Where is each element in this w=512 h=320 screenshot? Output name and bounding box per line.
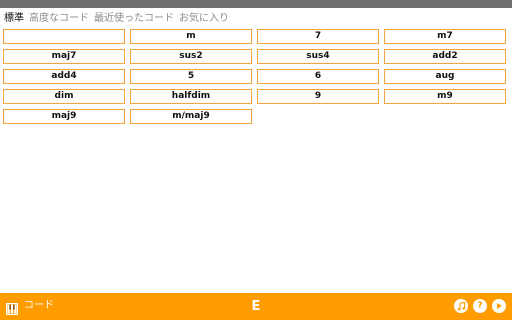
chord-button-m7[interactable]: m7 [384, 29, 506, 44]
tab-recent-chords[interactable]: 最近使ったコード [94, 12, 174, 26]
chord-button-sus4[interactable]: sus4 [257, 49, 379, 64]
tab-standard[interactable]: 標準 [4, 12, 24, 26]
chord-button-sus2[interactable]: sus2 [130, 49, 252, 64]
music-note-button[interactable] [454, 299, 468, 313]
chord-button-dim[interactable]: dim [3, 89, 125, 104]
chord-button-maj9[interactable]: maj9 [3, 109, 125, 124]
chord-mode-button[interactable]: コード [6, 298, 54, 315]
chord-button-major[interactable] [3, 29, 125, 44]
status-strip [0, 0, 512, 8]
bottom-actions: ? [449, 299, 506, 313]
chord-button-m-maj9[interactable]: m/maj9 [130, 109, 252, 124]
chord-button-aug[interactable]: aug [384, 69, 506, 84]
chord-button-9[interactable]: 9 [257, 89, 379, 104]
play-icon [495, 302, 503, 310]
chord-grid: m 7 m7 maj7 sus2 sus4 add2 add4 5 6 aug … [3, 29, 509, 124]
chord-button-add2[interactable]: add2 [384, 49, 506, 64]
tab-favorites[interactable]: お気に入り [179, 12, 229, 26]
chord-button-maj7[interactable]: maj7 [3, 49, 125, 64]
help-button[interactable]: ? [473, 299, 487, 313]
chord-button-6[interactable]: 6 [257, 69, 379, 84]
music-note-icon [457, 301, 466, 311]
chord-button-add4[interactable]: add4 [3, 69, 125, 84]
chord-mode-label: コード [24, 300, 54, 311]
chord-button-5[interactable]: 5 [130, 69, 252, 84]
help-icon: ? [477, 301, 483, 311]
chord-button-m[interactable]: m [130, 29, 252, 44]
category-tabs: 標準 高度なコード 最近使ったコード お気に入り [4, 12, 234, 26]
chord-button-7[interactable]: 7 [257, 29, 379, 44]
piano-icon [6, 300, 18, 315]
play-button[interactable] [492, 299, 506, 313]
chord-button-halfdim[interactable]: halfdim [130, 89, 252, 104]
current-key[interactable]: E [248, 297, 264, 316]
bottom-bar: コード E ? [0, 293, 512, 320]
chord-button-m9[interactable]: m9 [384, 89, 506, 104]
tab-advanced-chords[interactable]: 高度なコード [29, 12, 89, 26]
